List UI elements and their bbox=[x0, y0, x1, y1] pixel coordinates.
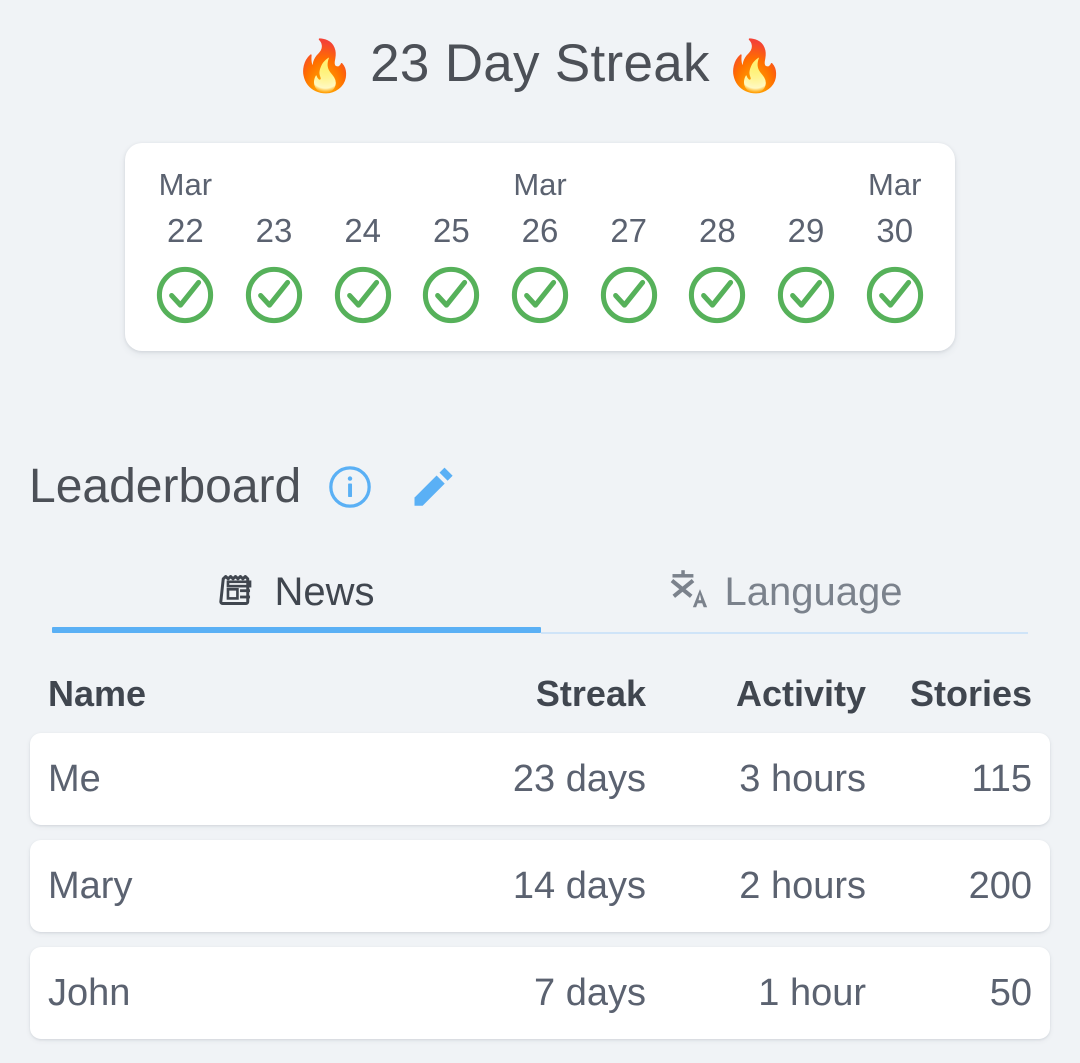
tab-news-label: News bbox=[274, 570, 375, 614]
check-circle-icon bbox=[242, 263, 306, 332]
cell-streak: 23 days bbox=[512, 757, 646, 800]
table-row[interactable]: Me 23 days 3 hours 115 bbox=[30, 733, 1050, 825]
streak-calendar-card: Mar22Mar23Mar24Mar25Mar26Mar27Mar28Mar29… bbox=[125, 143, 955, 351]
cell-stories: 115 bbox=[971, 757, 1032, 800]
streak-day: Mar 30 bbox=[850, 163, 939, 332]
cell-stories: 50 bbox=[989, 971, 1032, 1014]
cell-name: John bbox=[48, 971, 131, 1014]
streak-day: Mar27 bbox=[584, 163, 673, 332]
streak-day-month: Mar bbox=[158, 167, 213, 202]
tab-news[interactable]: News bbox=[52, 556, 541, 628]
check-circle-icon bbox=[774, 263, 838, 332]
check-circle-icon bbox=[508, 263, 572, 332]
cell-streak: 14 days bbox=[512, 864, 646, 907]
streak-day: Mar29 bbox=[762, 163, 851, 332]
cell-activity: 1 hour bbox=[758, 971, 866, 1014]
pencil-icon[interactable] bbox=[407, 462, 457, 512]
cell-activity: 3 hours bbox=[739, 757, 866, 800]
tab-language[interactable]: Language bbox=[541, 556, 1028, 628]
streak-day-month: Mar bbox=[513, 167, 567, 202]
cell-streak: 7 days bbox=[534, 971, 646, 1014]
tab-language-label: Language bbox=[724, 570, 903, 614]
column-header-activity: Activity bbox=[735, 673, 866, 714]
streak-day-number: 24 bbox=[344, 212, 382, 249]
streak-day: Mar28 bbox=[673, 163, 762, 332]
check-circle-icon bbox=[153, 263, 217, 332]
streak-title: 🔥 23 Day Streak 🔥 bbox=[0, 33, 1080, 96]
leaderboard-table: Name Streak Activity Stories Me 23 days 3 … bbox=[30, 655, 1050, 1054]
fire-icon-left: 🔥 bbox=[293, 38, 357, 94]
check-circle-icon bbox=[331, 263, 395, 332]
streak-day: Mar 26 bbox=[496, 163, 585, 332]
column-header-name: Name bbox=[48, 673, 147, 714]
check-circle-icon bbox=[685, 263, 749, 332]
check-circle-icon bbox=[419, 263, 483, 332]
page-title: Leaderboard bbox=[29, 460, 302, 513]
cell-name: Mary bbox=[48, 864, 133, 907]
tab-underline-active bbox=[52, 627, 541, 633]
streak-day-number: 23 bbox=[255, 212, 293, 249]
table-header-row: Name Streak Activity Stories bbox=[30, 655, 1050, 733]
cell-stories: 200 bbox=[968, 864, 1032, 907]
newspaper-icon bbox=[218, 569, 260, 616]
check-circle-icon bbox=[863, 263, 927, 332]
streak-day: Mar25 bbox=[407, 163, 496, 332]
streak-day: Mar23 bbox=[230, 163, 319, 332]
column-header-streak: Streak bbox=[535, 673, 646, 714]
cell-activity: 2 hours bbox=[739, 864, 866, 907]
streak-day-number: 22 bbox=[166, 212, 204, 249]
streak-day-number: 25 bbox=[432, 212, 470, 249]
streak-day-number: 29 bbox=[787, 212, 825, 249]
streak-day-number: 26 bbox=[521, 212, 559, 249]
fire-icon-right: 🔥 bbox=[723, 38, 787, 94]
streak-day-number: 27 bbox=[610, 212, 648, 249]
table-row[interactable]: Mary 14 days 2 hours 200 bbox=[30, 840, 1050, 932]
leaderboard-header: Leaderboard bbox=[29, 452, 457, 522]
streak-day: Mar24 bbox=[318, 163, 407, 332]
check-circle-icon bbox=[597, 263, 661, 332]
streak-day: Mar 22 bbox=[141, 163, 230, 332]
streak-day-number: 28 bbox=[699, 212, 736, 249]
column-header-stories: Stories bbox=[909, 673, 1032, 714]
tab-underline-inactive bbox=[541, 632, 1028, 634]
table-body: Me 23 days 3 hours 115 Mary 14 days 2 hours 200… bbox=[30, 733, 1050, 1039]
leaderboard-tabs: News Language bbox=[52, 556, 1028, 634]
streak-title-text: 23 Day Streak bbox=[370, 34, 710, 93]
streak-day-number: 30 bbox=[876, 212, 914, 249]
streak-day-month: Mar bbox=[868, 167, 922, 202]
translate-icon bbox=[667, 568, 711, 617]
table-row[interactable]: John 7 days 1 hour 50 bbox=[30, 947, 1050, 1039]
cell-name: Me bbox=[48, 757, 101, 800]
info-circle-icon[interactable] bbox=[327, 464, 373, 510]
